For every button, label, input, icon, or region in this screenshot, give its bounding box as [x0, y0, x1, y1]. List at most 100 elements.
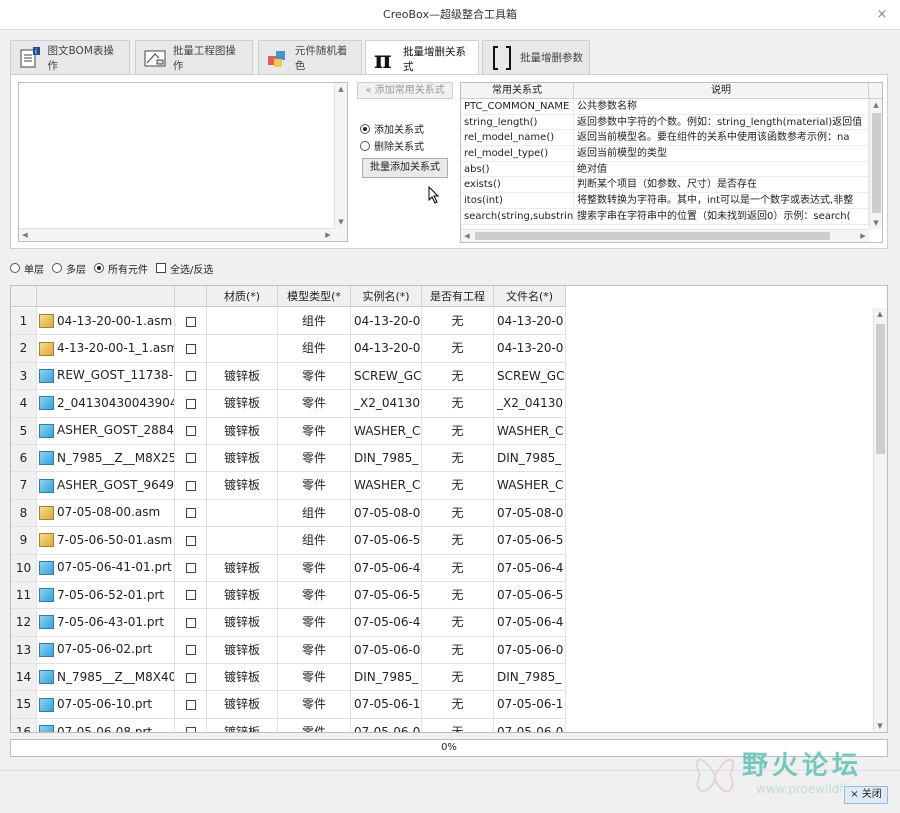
model-type-cell[interactable]: 零件 [278, 691, 351, 718]
relation-row[interactable]: exists() 判断某个项目（如参数、尺寸）是否存在 [461, 177, 882, 194]
scroll-right-icon[interactable]: ▶ [322, 229, 334, 241]
table-row[interactable]: 16 07-05-06-08.prt 镀锌板 零件 07-05-06-0 无 07-05-0… [11, 718, 566, 732]
radio-delete-relation[interactable]: 删除关系式 [360, 138, 424, 153]
table-row[interactable]: 1 04-13-20-00-1.asm 组件 04-13-20-0 无 04-13-20-… [11, 308, 566, 336]
model-type-cell[interactable]: 零件 [278, 472, 351, 499]
model-type-cell[interactable]: 零件 [278, 417, 351, 444]
column-header[interactable]: 实例名(*) [351, 286, 422, 306]
table-row[interactable]: 4 2_04130430043904 镀锌板 零件 _X2_04130 无 _X2_0413… [11, 390, 566, 418]
row-checkbox[interactable] [185, 617, 196, 628]
scroll-up-icon[interactable]: ▲ [870, 99, 882, 111]
column-header[interactable]: 文件名(*) [494, 286, 566, 306]
row-checkbox[interactable] [185, 563, 196, 574]
model-type-cell[interactable]: 零件 [278, 636, 351, 664]
instance-name-cell[interactable]: DIN_7985_ [351, 664, 422, 691]
model-type-cell[interactable]: 零件 [278, 609, 351, 636]
model-type-cell[interactable]: 零件 [278, 581, 351, 609]
instance-name-cell[interactable]: 07-05-06-4 [351, 554, 422, 581]
row-checkbox[interactable] [185, 398, 196, 409]
material-cell[interactable]: 镀锌板 [207, 554, 278, 581]
column-header[interactable]: 材质(*) [207, 286, 278, 306]
scroll-down-icon[interactable]: ▼ [870, 217, 882, 229]
file-name-cell[interactable]: 07-05-06-0 [494, 718, 566, 732]
vertical-scrollbar[interactable]: ▲ ▼ [869, 99, 882, 229]
instance-name-cell[interactable]: 07-05-06-5 [351, 581, 422, 609]
instance-name-cell[interactable]: 04-13-20-0 [351, 308, 422, 335]
relation-row[interactable]: rel_model_name() 返回当前模型名。要在组件的关系中使用该函数参考示… [461, 130, 882, 147]
column-header[interactable]: 是否有工程 [422, 286, 494, 306]
file-name-cell[interactable]: DIN_7985_ [494, 664, 566, 691]
scroll-left-icon[interactable]: ◀ [19, 229, 31, 241]
relation-row[interactable]: search(string,substring) 搜索字串在字符串中的位置（如未找… [461, 208, 882, 225]
model-type-cell[interactable]: 零件 [278, 444, 351, 472]
close-button[interactable]: × 关闭 [844, 786, 888, 804]
material-cell[interactable] [207, 527, 278, 554]
radio-single-level[interactable]: 单层 [10, 261, 44, 276]
file-name-cell[interactable]: DIN_7985_ [494, 444, 566, 472]
instance-name-cell[interactable]: WASHER_C [351, 472, 422, 499]
file-name-cell[interactable]: WASHER_C [494, 417, 566, 444]
file-name-cell[interactable]: WASHER_C [494, 472, 566, 499]
row-checkbox[interactable] [185, 426, 196, 437]
table-row[interactable]: 5 ASHER_GOST_28848 镀锌板 零件 WASHER_C 无 WASHER_C [11, 417, 566, 445]
file-name-cell[interactable]: SCREW_GC [494, 362, 566, 390]
file-name-cell[interactable]: 07-05-06-4 [494, 554, 566, 581]
model-type-cell[interactable]: 组件 [278, 335, 351, 362]
instance-name-cell[interactable]: 07-05-06-5 [351, 527, 422, 554]
material-cell[interactable]: 镀锌板 [207, 444, 278, 472]
column-header[interactable] [37, 286, 175, 306]
horizontal-scrollbar[interactable]: ◀ ▶ [461, 229, 869, 242]
scroll-left-icon[interactable]: ◀ [461, 230, 473, 242]
model-type-cell[interactable]: 零件 [278, 362, 351, 390]
column-header[interactable]: 模型类型(* [278, 286, 351, 306]
material-cell[interactable]: 镀锌板 [207, 691, 278, 718]
radio-all-components[interactable]: 所有元件 [94, 261, 148, 276]
radio-multi-level[interactable]: 多层 [52, 261, 86, 276]
tab-bom[interactable]: i 图文BOM表操作 [10, 40, 130, 74]
file-name-cell[interactable]: 07-05-08-0 [494, 499, 566, 527]
scroll-down-icon[interactable]: ▼ [335, 216, 347, 228]
file-name-cell[interactable]: 07-05-06-1 [494, 691, 566, 718]
tab-relations[interactable]: π 批量增删关系式 [365, 40, 479, 76]
row-checkbox[interactable] [185, 535, 196, 546]
material-cell[interactable]: 镀锌板 [207, 609, 278, 636]
scroll-right-icon[interactable]: ▶ [857, 230, 869, 242]
instance-name-cell[interactable]: 07-05-06-4 [351, 609, 422, 636]
file-name-cell[interactable]: 04-13-20-0 [494, 335, 566, 362]
instance-name-cell[interactable]: 07-05-06-1 [351, 691, 422, 718]
material-cell[interactable]: 镀锌板 [207, 664, 278, 691]
relation-row[interactable]: rel_model_type() 返回当前模型的类型 [461, 146, 882, 162]
material-cell[interactable]: 镀锌板 [207, 417, 278, 444]
tab-random-color[interactable]: 元件随机着色 [258, 40, 362, 74]
material-cell[interactable]: 镀锌板 [207, 390, 278, 417]
batch-add-relations-button[interactable]: 批量添加关系式 [362, 158, 448, 178]
file-name-cell[interactable]: 07-05-06-0 [494, 636, 566, 664]
row-checkbox[interactable] [185, 453, 196, 464]
vertical-scrollbar[interactable]: ▲ ▼ [873, 308, 887, 732]
file-name-cell[interactable]: 04-13-20-0 [494, 308, 566, 335]
instance-name-cell[interactable]: WASHER_C [351, 417, 422, 444]
row-checkbox[interactable] [185, 480, 196, 491]
instance-name-cell[interactable]: 07-05-06-0 [351, 718, 422, 732]
instance-name-cell[interactable]: 04-13-20-0 [351, 335, 422, 362]
column-header[interactable]: 常用关系式 [461, 83, 574, 98]
instance-name-cell[interactable]: DIN_7985_ [351, 444, 422, 472]
relation-row[interactable]: abs() 绝对值 [461, 161, 882, 178]
material-cell[interactable]: 镀锌板 [207, 362, 278, 390]
file-name-cell[interactable]: 07-05-06-5 [494, 581, 566, 609]
file-name-cell[interactable]: 07-05-06-4 [494, 609, 566, 636]
model-type-cell[interactable]: 零件 [278, 664, 351, 691]
relation-row[interactable]: itos(int) 将整数转换为字符串。其中，int可以是一个数字或表达式,非整 [461, 193, 882, 209]
table-row[interactable]: 6 N_7985__Z__M8X25 镀锌板 零件 DIN_7985_ 无 DIN_7985… [11, 444, 566, 473]
instance-name-cell[interactable]: 07-05-06-0 [351, 636, 422, 664]
instance-name-cell[interactable]: 07-05-08-0 [351, 499, 422, 527]
scroll-thumb[interactable] [475, 232, 830, 240]
material-cell[interactable]: 镀锌板 [207, 636, 278, 664]
table-row[interactable]: 8 07-05-08-00.asm 组件 07-05-08-0 无 07-05-08-0 [11, 499, 566, 528]
row-checkbox[interactable] [185, 508, 196, 519]
model-type-cell[interactable]: 组件 [278, 308, 351, 335]
material-cell[interactable]: 镀锌板 [207, 718, 278, 732]
row-checkbox[interactable] [185, 371, 196, 382]
add-common-relation-button[interactable]: « 添加常用关系式 [357, 82, 453, 99]
table-row[interactable]: 12 7-05-06-43-01.prt 镀锌板 零件 07-05-06-4 无 07-05… [11, 609, 566, 637]
